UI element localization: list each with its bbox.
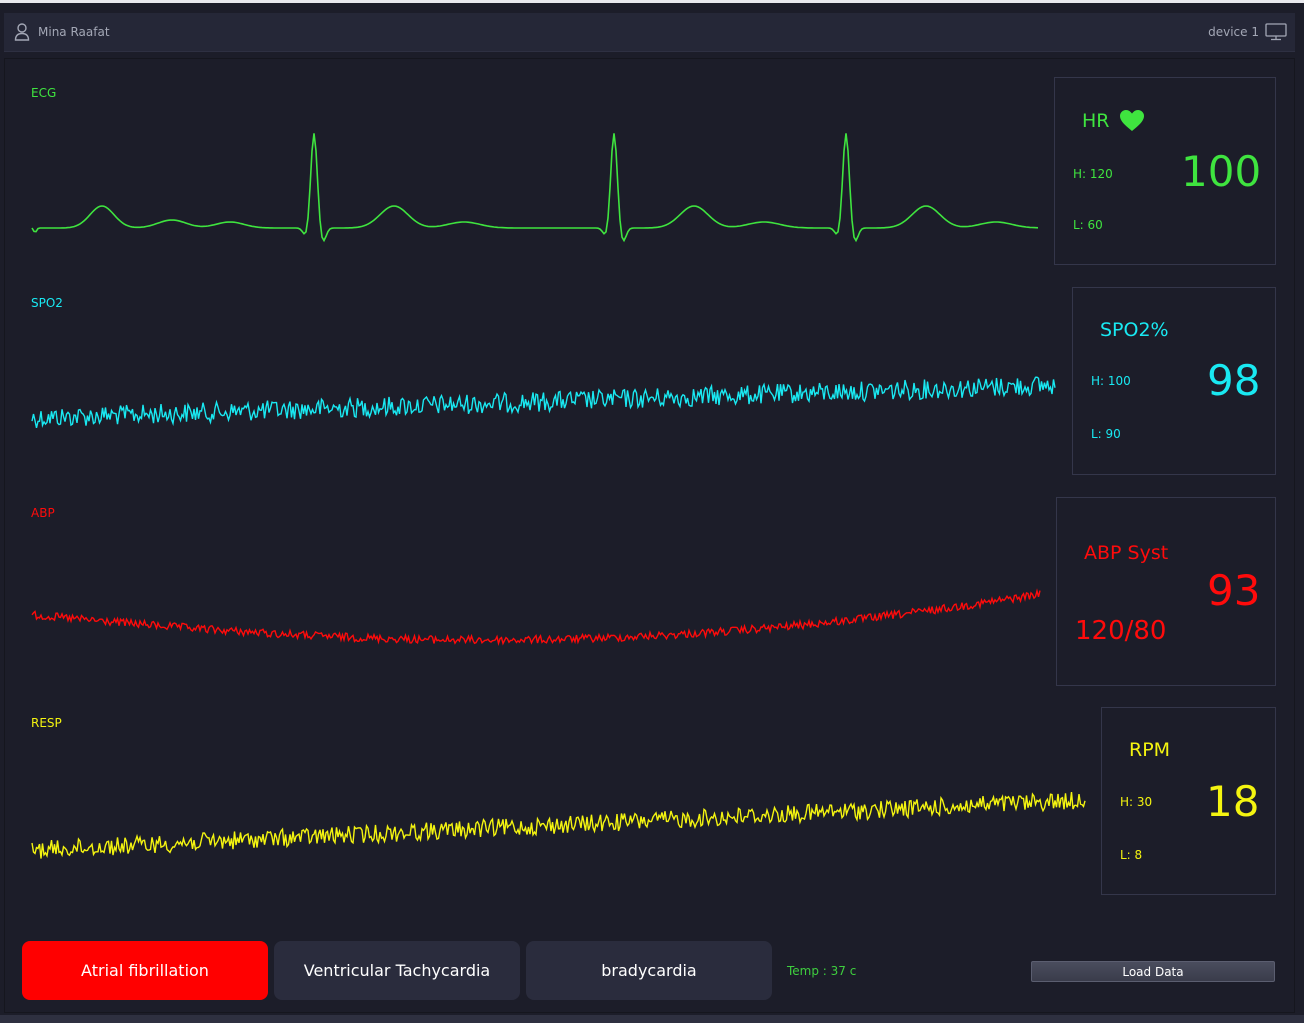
- spo2-panel: SPO2% H: 100 L: 90 98: [1072, 287, 1276, 475]
- rpm-value: 18: [1206, 777, 1260, 826]
- rpm-high-limit: H: 30: [1120, 795, 1153, 809]
- user-info: Mina Raafat: [14, 23, 110, 41]
- spo2-label: SPO2: [31, 296, 63, 310]
- rpm-panel: RPM H: 30 L: 8 18: [1101, 707, 1276, 895]
- abp-panel: ABP Syst 93 120/80: [1056, 497, 1276, 686]
- resp-waveform: [31, 792, 1086, 859]
- user-icon: [14, 23, 30, 41]
- resp-label: RESP: [31, 716, 62, 730]
- heart-icon: [1120, 110, 1144, 131]
- hr-low-limit: L: 60: [1073, 218, 1103, 232]
- abp-value: 93: [1207, 566, 1261, 615]
- abp-title: ABP Syst: [1084, 542, 1169, 564]
- atrial-fibrillation-button[interactable]: Atrial fibrillation: [22, 941, 268, 1000]
- hr-high-limit: H: 120: [1073, 167, 1113, 181]
- abp-waveform: [31, 588, 1041, 647]
- bradycardia-button[interactable]: bradycardia: [526, 941, 772, 1000]
- hr-panel: HR H: 120 L: 60 100: [1054, 77, 1276, 265]
- spo2-high-limit: H: 100: [1091, 374, 1131, 388]
- bottom-edge: [0, 1015, 1304, 1023]
- spo2-title: SPO2%: [1100, 319, 1169, 341]
- ventricular-tachycardia-button[interactable]: Ventricular Tachycardia: [274, 941, 520, 1000]
- hr-title: HR: [1082, 110, 1110, 132]
- abp-label: ABP: [31, 506, 55, 520]
- hr-value: 100: [1181, 147, 1262, 196]
- top-bar: Mina Raafat device 1: [4, 13, 1295, 52]
- ecg-waveform: [31, 133, 1039, 243]
- device-info: device 1: [1208, 23, 1287, 41]
- abp-pressure: 120/80: [1075, 616, 1167, 646]
- rpm-low-limit: L: 8: [1120, 848, 1143, 862]
- spo2-waveform: [31, 376, 1056, 429]
- temperature-readout: Temp : 37 c: [787, 964, 857, 978]
- rpm-title: RPM: [1129, 739, 1171, 761]
- monitor-icon: [1265, 23, 1287, 41]
- user-name: Mina Raafat: [38, 25, 110, 39]
- device-name: device 1: [1208, 25, 1259, 39]
- window-top-edge: [0, 0, 1304, 3]
- spo2-value: 98: [1207, 356, 1261, 405]
- spo2-low-limit: L: 90: [1091, 427, 1121, 441]
- load-data-button[interactable]: Load Data: [1031, 961, 1275, 982]
